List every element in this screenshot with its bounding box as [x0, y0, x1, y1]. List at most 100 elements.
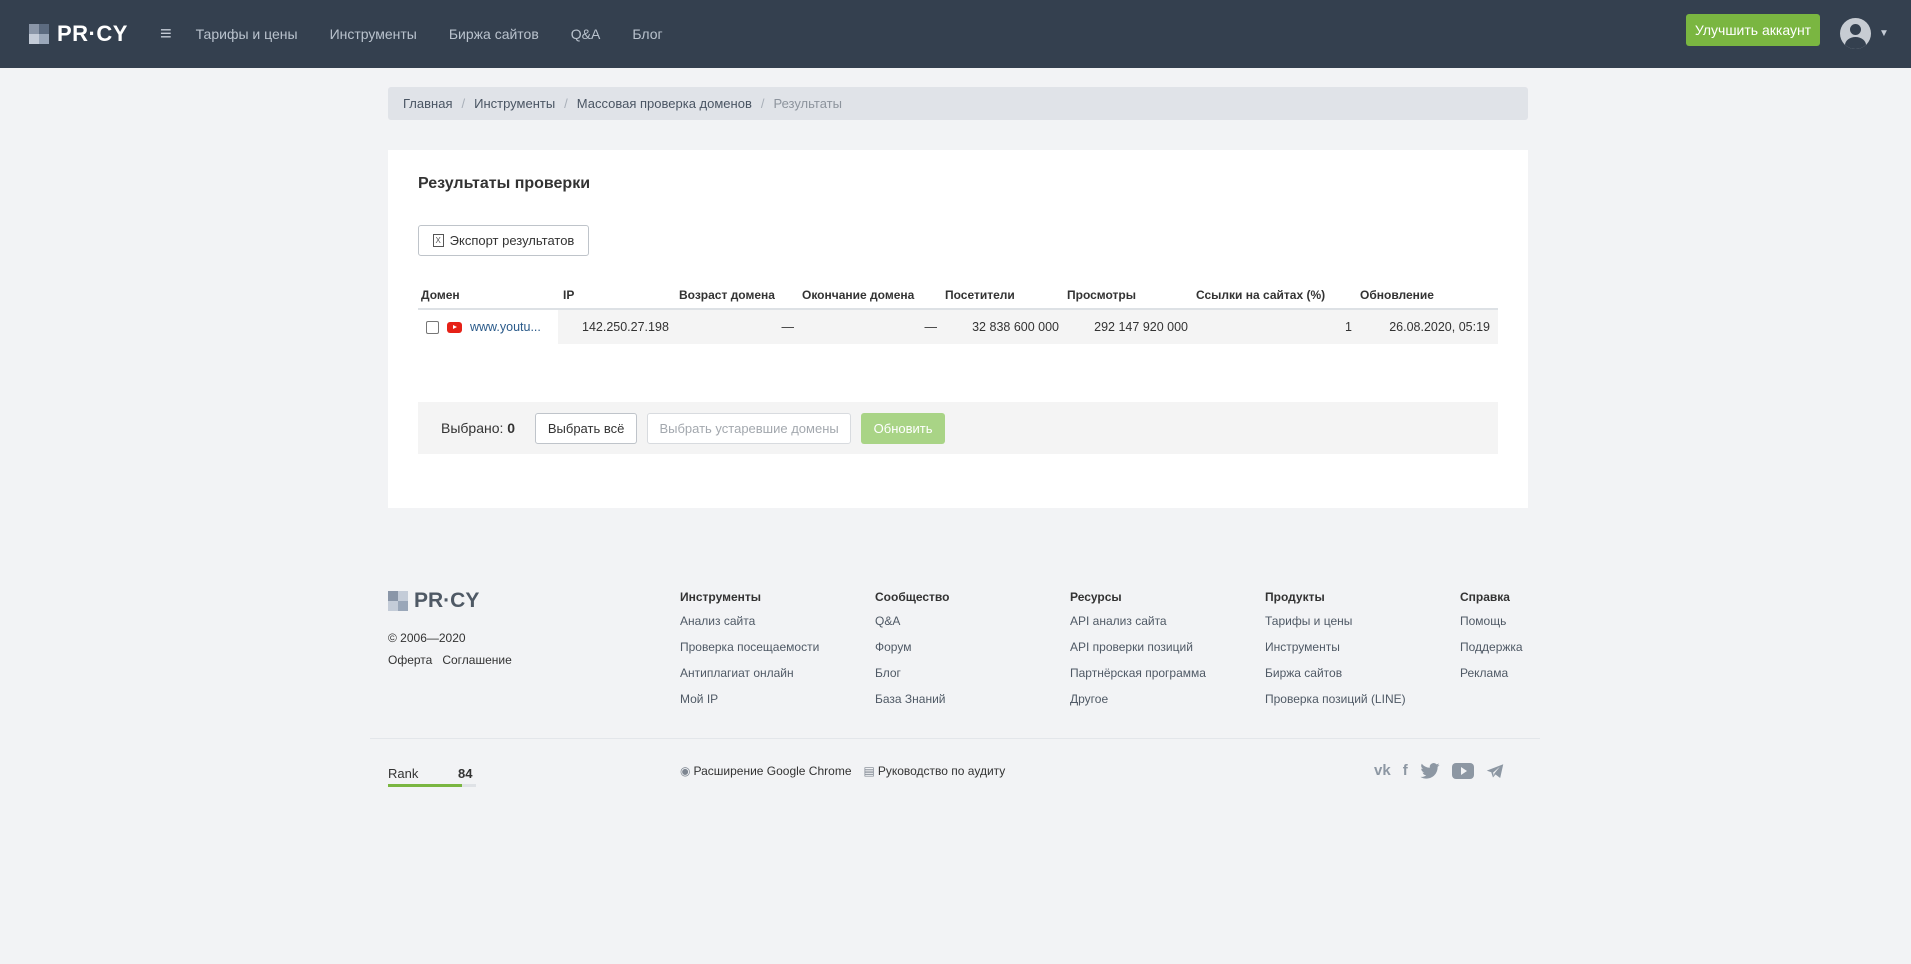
visitors-cell: 32 838 600 000: [945, 310, 1067, 344]
rank-value: 84: [458, 766, 473, 781]
rank-widget[interactable]: Rank 84: [388, 766, 476, 787]
footer-link[interactable]: Реклама: [1460, 665, 1523, 682]
links-cell: 1: [1196, 310, 1360, 344]
breadcrumb-tools[interactable]: Инструменты: [474, 96, 555, 111]
footer-extra-links: ◉ Расширение Google Chrome ▤ Руководство п…: [680, 764, 1005, 778]
footer-column-resources: Ресурсы API анализ сайта API проверки по…: [1070, 590, 1206, 717]
select-expired-button[interactable]: Выбрать устаревшие домены: [647, 412, 852, 444]
chevron-down-icon: ▼: [1879, 28, 1889, 39]
logo-mark-icon: [388, 591, 408, 611]
footer-link[interactable]: Проверка посещаемости: [680, 639, 819, 656]
footer-link[interactable]: База Знаний: [875, 691, 949, 708]
nav-item-exchange[interactable]: Биржа сайтов: [449, 26, 539, 42]
column-header-expiry[interactable]: Окончание домена: [802, 288, 945, 302]
youtube-icon[interactable]: [1451, 762, 1474, 779]
column-header-views[interactable]: Просмотры: [1067, 288, 1196, 302]
rank-bar: [388, 784, 476, 787]
footer-heading: Инструменты: [680, 590, 762, 604]
logo-text: PR·CY: [57, 21, 128, 46]
table-header: Домен IP Возраст домена Окончание домена…: [418, 282, 1498, 310]
column-header-ip[interactable]: IP: [558, 288, 679, 302]
footer-column-tools: Инструменты Анализ сайта Проверка посеща…: [680, 590, 819, 717]
footer-link[interactable]: Помощь: [1460, 613, 1523, 630]
selected-count-label: Выбрано: 0: [441, 420, 515, 436]
breadcrumb-current: Результаты: [773, 96, 842, 111]
footer-link[interactable]: Проверка позиций (LINE): [1265, 691, 1406, 708]
user-menu[interactable]: ▼: [1840, 18, 1889, 49]
main-nav: Тарифы и цены Инструменты Биржа сайтов Q…: [196, 26, 663, 42]
domain-cell: www.youtu...: [418, 320, 558, 334]
column-header-updated[interactable]: Обновление: [1360, 288, 1498, 302]
footer-link[interactable]: Тарифы и цены: [1265, 613, 1406, 630]
agreement-link[interactable]: Соглашение: [442, 653, 511, 667]
footer-link[interactable]: Форум: [875, 639, 949, 656]
breadcrumb: Главная / Инструменты / Массовая проверк…: [388, 87, 1528, 120]
footer-heading: Продукты: [1265, 590, 1325, 604]
top-navbar: PR·CY ≡ Тарифы и цены Инструменты Биржа …: [0, 0, 1911, 68]
upgrade-account-button[interactable]: Улучшить аккаунт: [1686, 14, 1820, 46]
footer-link[interactable]: Антиплагиат онлайн: [680, 665, 819, 682]
copyright: © 2006—2020: [388, 631, 466, 645]
column-header-visitors[interactable]: Посетители: [945, 288, 1067, 302]
age-cell: —: [679, 310, 802, 344]
nav-item-blog[interactable]: Блог: [632, 26, 662, 42]
breadcrumb-separator: /: [461, 96, 466, 111]
twitter-icon[interactable]: [1420, 762, 1440, 779]
nav-item-pricing[interactable]: Тарифы и цены: [196, 26, 298, 42]
column-header-links[interactable]: Ссылки на сайтах (%): [1196, 288, 1360, 302]
selected-count: 0: [507, 420, 516, 436]
excel-file-icon: X: [432, 234, 444, 247]
social-links: vk f: [1374, 762, 1504, 779]
selected-text: Выбрано:: [441, 420, 504, 436]
audit-guide-label: Руководство по аудиту: [877, 764, 1006, 778]
book-icon: ▤: [863, 764, 875, 778]
chrome-extension-label: Расширение Google Chrome: [693, 764, 852, 778]
footer-link[interactable]: Мой IP: [680, 691, 819, 708]
audit-guide-link[interactable]: ▤ Руководство по аудиту: [864, 764, 1006, 778]
ip-cell: 142.250.27.198: [558, 310, 679, 344]
footer-link[interactable]: Анализ сайта: [680, 613, 819, 630]
footer-heading: Сообщество: [875, 590, 950, 604]
footer-link[interactable]: Биржа сайтов: [1265, 665, 1406, 682]
footer-link[interactable]: Другое: [1070, 691, 1206, 708]
telegram-icon[interactable]: [1486, 763, 1504, 779]
footer-logo-text: PR·CY: [414, 589, 480, 612]
breadcrumb-bulk-check[interactable]: Массовая проверка доменов: [577, 96, 752, 111]
footer-link[interactable]: API анализ сайта: [1070, 613, 1206, 630]
expiry-cell: —: [802, 310, 945, 344]
select-all-button[interactable]: Выбрать всё: [535, 412, 638, 444]
footer-link[interactable]: Поддержка: [1460, 639, 1523, 656]
export-results-button[interactable]: X Экспорт результатов: [418, 225, 589, 256]
results-panel: Результаты проверки X Экспорт результато…: [388, 150, 1528, 508]
footer-link[interactable]: API проверки позиций: [1070, 639, 1206, 656]
column-header-domain[interactable]: Домен: [418, 288, 558, 302]
chrome-icon: ◉: [680, 764, 691, 778]
refresh-button[interactable]: Обновить: [861, 412, 946, 444]
nav-item-qa[interactable]: Q&A: [571, 26, 601, 42]
domain-link[interactable]: www.youtu...: [470, 320, 541, 334]
footer-column-help: Справка Помощь Поддержка Реклама: [1460, 590, 1523, 691]
footer-link[interactable]: Q&A: [875, 613, 949, 630]
footer-heading: Справка: [1460, 590, 1510, 604]
legal-links: Оферта Соглашение: [388, 653, 512, 667]
facebook-icon[interactable]: f: [1403, 762, 1408, 779]
footer-heading: Ресурсы: [1070, 590, 1122, 604]
vk-icon[interactable]: vk: [1374, 762, 1391, 779]
hamburger-menu-icon[interactable]: ≡: [160, 23, 172, 46]
rank-bar-fill: [388, 784, 462, 787]
breadcrumb-home[interactable]: Главная: [403, 96, 452, 111]
footer-link[interactable]: Блог: [875, 665, 949, 682]
chrome-extension-link[interactable]: ◉ Расширение Google Chrome: [680, 764, 852, 778]
footer-link[interactable]: Инструменты: [1265, 639, 1406, 656]
footer-column-products: Продукты Тарифы и цены Инструменты Биржа…: [1265, 590, 1406, 717]
column-header-age[interactable]: Возраст домена: [679, 288, 802, 302]
footer-link[interactable]: Партнёрская программа: [1070, 665, 1206, 682]
offer-link[interactable]: Оферта: [388, 653, 432, 667]
row-checkbox[interactable]: [426, 320, 439, 334]
footer-logo[interactable]: PR·CY: [388, 589, 479, 613]
nav-item-tools[interactable]: Инструменты: [330, 26, 417, 42]
results-table: Домен IP Возраст домена Окончание домена…: [418, 282, 1498, 344]
site-logo[interactable]: PR·CY: [29, 21, 128, 47]
views-cell: 292 147 920 000: [1067, 310, 1196, 344]
breadcrumb-separator: /: [564, 96, 568, 111]
